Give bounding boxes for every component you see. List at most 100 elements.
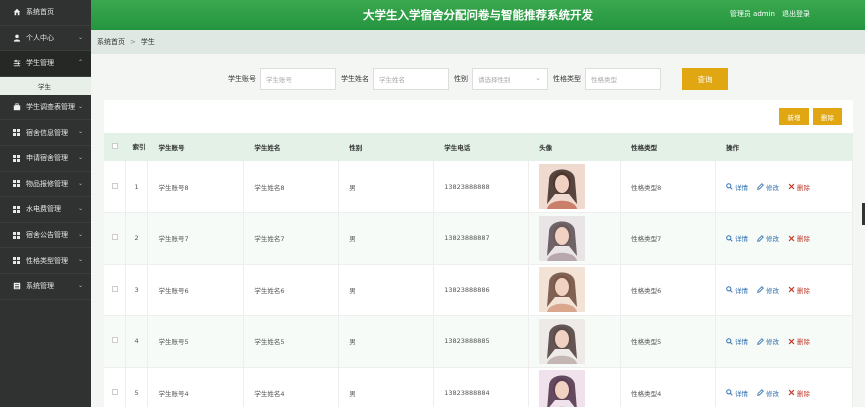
detail-label: 详情 (735, 389, 748, 398)
search-icon (726, 389, 733, 396)
sidebar-subitem-student[interactable]: 学生 (0, 76, 91, 95)
select-all-checkbox[interactable] (104, 133, 127, 161)
cell-gender: 男 (338, 264, 435, 316)
cell-type: 性格类型8 (620, 161, 716, 213)
type-placeholder: 性格类型 (591, 76, 617, 84)
col-name: 学生姓名 (243, 133, 340, 161)
home-icon (12, 8, 21, 17)
cell-index: 3 (125, 264, 149, 316)
search-icon (726, 337, 733, 345)
content-panel: 新增 删除 索引 学生账号 学生姓名 性别 学生电话 头像 性格类型 操作 1 … (104, 100, 853, 407)
sidebar-item-system[interactable]: 系统管理 ⌄ (0, 274, 91, 300)
row-delete-button[interactable]: 删除 (788, 233, 810, 243)
sidebar-item-label: 学生调查表管理 (26, 103, 75, 112)
sidebar-item-notice[interactable]: 宿舍公告管理 ⌄ (0, 223, 91, 249)
cell-phone: 13823888884 (433, 367, 530, 407)
edit-button[interactable]: 修改 (757, 182, 779, 192)
cell-actions: 详情 修改 删除 (715, 315, 853, 368)
chevron-down-icon: ⌄ (77, 153, 83, 161)
row-checkbox[interactable] (104, 367, 127, 407)
detail-label: 详情 (735, 183, 748, 192)
sidebar-item-label: 宿舍公告管理 (26, 231, 68, 240)
avatar (539, 215, 586, 261)
row-delete-button[interactable]: 删除 (788, 388, 810, 398)
sidebar-item-label: 申请宿舍管理 (26, 154, 68, 163)
cell-avatar (528, 264, 622, 316)
edit-button[interactable]: 修改 (757, 285, 779, 295)
row-checkbox[interactable] (104, 212, 127, 265)
cell-gender: 男 (338, 212, 435, 265)
delete-label: 删除 (797, 338, 810, 347)
col-account: 学生账号 (147, 133, 245, 161)
chevron-down-icon: ⌄ (77, 179, 83, 187)
detail-label: 详情 (735, 338, 748, 347)
table-row[interactable]: 2 学生账号7 学生姓名7 男 13823888887 性格类型7 详情 修改 … (104, 212, 853, 265)
detail-button[interactable]: 详情 (726, 336, 748, 346)
edit-button[interactable]: 修改 (757, 336, 779, 346)
row-checkbox[interactable] (104, 264, 127, 316)
cell-avatar (528, 212, 622, 265)
sidebar-item-personality[interactable]: 性格类型管理 ⌄ (0, 248, 91, 274)
table-row[interactable]: 4 学生账号5 学生姓名5 男 13823888885 性格类型5 详情 修改 … (104, 315, 853, 368)
pencil-icon (757, 389, 764, 397)
edit-button[interactable]: 修改 (757, 233, 779, 243)
search-icon (726, 286, 733, 293)
delete-button[interactable]: 删除 (813, 108, 842, 125)
logout-link[interactable]: 退出登录 (782, 9, 810, 19)
grid-icon (12, 231, 21, 240)
sidebar-item-students[interactable]: 学生管理 ⌃ (0, 51, 91, 77)
sidebar-item-dorm-info[interactable]: 宿舍信息管理 ⌄ (0, 120, 91, 146)
cell-actions: 详情 修改 删除 (715, 367, 853, 407)
cell-avatar (528, 315, 622, 368)
edit-button[interactable]: 修改 (757, 388, 779, 398)
chevron-down-icon: ⌄ (77, 205, 83, 213)
cell-type: 性格类型7 (620, 212, 716, 265)
cell-gender: 男 (338, 161, 435, 213)
row-delete-button[interactable]: 删除 (788, 182, 810, 192)
cell-account: 学生账号7 (147, 212, 245, 265)
table-row[interactable]: 3 学生账号6 学生姓名6 男 13823888886 性格类型6 详情 修改 … (104, 264, 853, 316)
name-input[interactable]: 学生姓名 (373, 68, 449, 90)
close-icon (788, 338, 795, 345)
sidebar-item-label: 宿舍信息管理 (26, 128, 68, 137)
search-button[interactable]: 查询 (682, 68, 728, 90)
cell-index: 2 (125, 212, 149, 265)
sidebar-item-dorm-apply[interactable]: 申请宿舍管理 ⌄ (0, 146, 91, 172)
detail-button[interactable]: 详情 (726, 182, 748, 192)
close-icon (788, 389, 795, 396)
sidebar-item-survey[interactable]: 学生调查表管理 ⌄ (0, 95, 91, 121)
cell-account: 学生账号5 (147, 315, 245, 368)
gender-select[interactable]: 请选择性别 ⌄ (472, 68, 548, 90)
sidebar-item-profile[interactable]: 个人中心 ⌄ (0, 26, 91, 52)
breadcrumb-home[interactable]: 系统首页 (97, 37, 125, 47)
type-input[interactable]: 性格类型 (585, 68, 661, 90)
row-delete-button[interactable]: 删除 (788, 336, 810, 346)
chevron-down-icon: ⌄ (77, 230, 83, 238)
row-checkbox[interactable] (104, 161, 127, 213)
cell-name: 学生姓名5 (243, 315, 340, 368)
add-button[interactable]: 新增 (779, 108, 809, 125)
sidebar-item-repair[interactable]: 物品报修管理 ⌄ (0, 172, 91, 198)
row-delete-button[interactable]: 删除 (788, 285, 810, 295)
account-input[interactable]: 学生账号 (260, 68, 336, 90)
sidebar-item-home[interactable]: 系统首页 (0, 0, 91, 26)
cell-index: 1 (125, 161, 149, 213)
edit-label: 修改 (766, 286, 779, 295)
col-phone: 学生电话 (433, 133, 530, 161)
cell-gender: 男 (338, 367, 435, 407)
delete-label: 删除 (797, 389, 810, 398)
table-row[interactable]: 5 学生账号4 学生姓名4 男 13823888884 性格类型4 详情 修改 … (104, 367, 853, 407)
detail-button[interactable]: 详情 (726, 388, 748, 398)
sidebar-item-utility[interactable]: 水电费管理 ⌄ (0, 197, 91, 223)
gender-placeholder: 请选择性别 (478, 76, 511, 84)
detail-button[interactable]: 详情 (726, 233, 748, 243)
cell-actions: 详情 修改 删除 (715, 264, 853, 316)
chevron-up-icon: ⌃ (77, 59, 83, 67)
sidebar-item-label: 性格类型管理 (26, 256, 68, 265)
edit-label: 修改 (766, 235, 779, 244)
detail-label: 详情 (735, 235, 748, 244)
edit-label: 修改 (766, 338, 779, 347)
detail-button[interactable]: 详情 (726, 285, 748, 295)
table-row[interactable]: 1 学生账号8 学生姓名8 男 13823888888 性格类型8 详情 修改 … (104, 161, 853, 213)
row-checkbox[interactable] (104, 315, 127, 368)
